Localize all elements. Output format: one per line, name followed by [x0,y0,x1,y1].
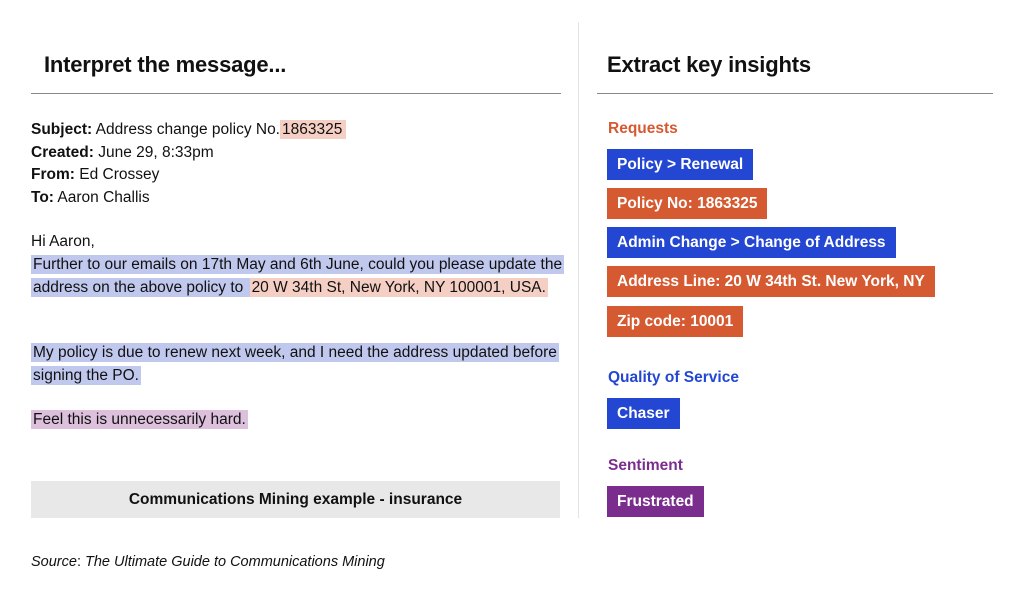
example-caption-text: Communications Mining example - insuranc… [128,490,463,508]
sentiment-highlight: Feel this is unnecessarily hard. [31,410,248,429]
source-separator: : [76,554,86,570]
created-label: Created: [31,143,94,161]
renewal-highlight: My policy is due to renew next week, and… [31,343,559,385]
tag-policy-renewal: Policy > Renewal [607,149,754,180]
right-panel-title: Extract key insights [607,52,811,77]
from-value: Ed Crossey [79,166,160,183]
created-value: June 29, 8:33pm [98,143,214,161]
subject-policy-number-highlight: 1863325 [280,120,347,139]
message-paragraph-1: Further to our emails on 17th May and 6t… [31,254,565,299]
to-line: To: Aaron Challis [31,187,346,210]
example-caption: Communications Mining example - insuranc… [31,481,560,518]
tag-text: Address Line: 20 W 34th St. New York, NY [617,272,925,290]
tag-text: Policy > Renewal [617,155,744,173]
tag-text: Policy No: 1863325 [617,194,758,212]
source-label: Source [31,554,77,570]
message-header: Subject: Address change policy No. 186332… [31,119,347,210]
subject-label: Subject: [31,121,93,138]
section-label-requests: Requests [608,120,678,137]
to-label: To: [31,188,54,206]
message-paragraph-2: My policy is due to renew next week, and… [31,342,563,387]
from-label: From: [31,166,75,183]
right-title-divider [597,93,993,94]
source-citation: Source: The Ultimate Guide to Communicat… [31,554,385,570]
left-panel-title: Interpret the message... [44,52,287,77]
tag-text: Admin Change > Change of Address [617,233,886,251]
tag-text: Zip code: 10001 [617,312,734,330]
created-line: Created: June 29, 8:33pm [31,142,346,165]
subject-line: Subject: Address change policy No. 186332… [31,119,347,142]
message-paragraph-3: Feel this is unnecessarily hard. [31,409,248,432]
tag-chaser: Chaser [607,398,680,429]
tag-text: Frustrated [617,492,694,510]
subject-text: Address change policy No. [95,121,280,138]
left-title-divider [31,93,561,94]
tag-change-of-address: Admin Change > Change of Address [607,227,896,258]
section-label-quality-of-service: Quality of Service [608,369,739,386]
to-value: Aaron Challis [57,188,150,206]
address-highlight: 20 W 34th St, New York, NY 100001, USA. [249,277,548,297]
tag-frustrated: Frustrated [607,486,704,517]
tag-policy-number: Policy No: 1863325 [607,188,768,219]
tag-zip-code: Zip code: 10001 [607,306,744,337]
tag-address-line: Address Line: 20 W 34th St. New York, NY [607,266,935,297]
from-line: From: Ed Crossey [31,164,346,187]
section-label-sentiment: Sentiment [608,457,683,474]
message-greeting: Hi Aaron, [31,233,95,250]
source-title: The Ultimate Guide to Communications Min… [85,554,385,570]
panel-divider [578,22,579,518]
tag-text: Chaser [617,404,670,422]
